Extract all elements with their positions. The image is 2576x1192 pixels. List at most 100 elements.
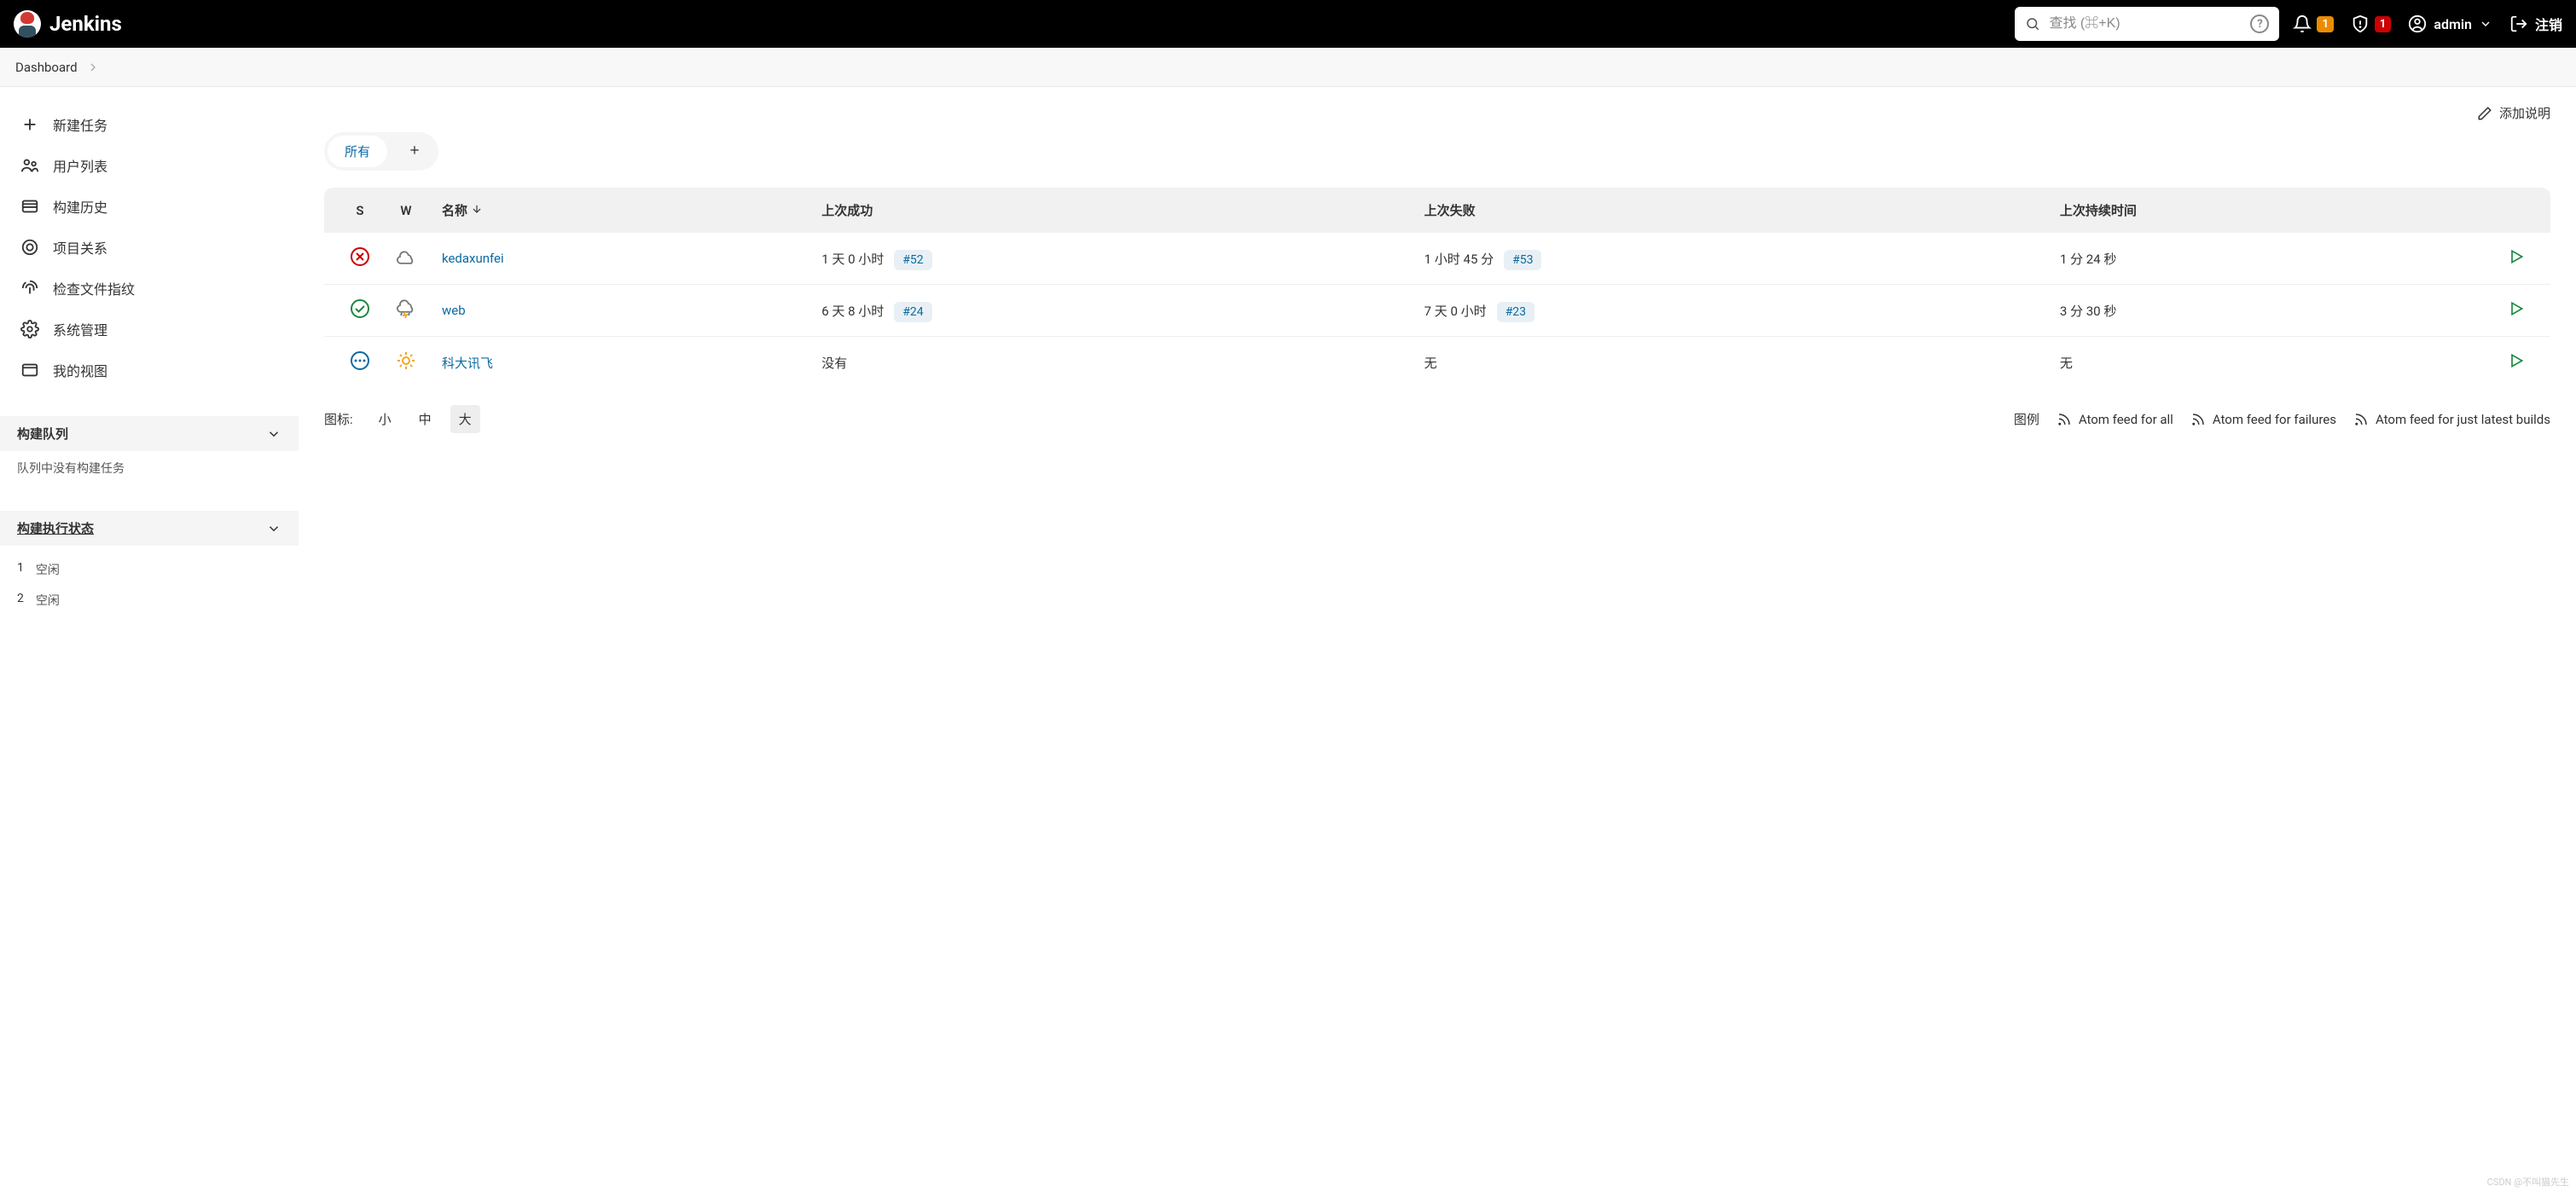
tab-add-button[interactable]	[394, 136, 435, 167]
duration-value: 无	[2050, 337, 2498, 388]
legend-link[interactable]: 图例	[2014, 410, 2039, 428]
window-icon	[20, 361, 39, 379]
size-large[interactable]: 大	[450, 405, 480, 433]
last-failure-value: 1 小时 45 分	[1424, 252, 1494, 267]
sidebar-item-relations[interactable]: 项目关系	[0, 227, 299, 268]
build-badge[interactable]: #23	[1497, 302, 1535, 322]
sidebar-item-label: 检查文件指纹	[53, 278, 135, 298]
executor-status: 空闲	[36, 561, 60, 578]
executor-row: 1空闲	[17, 554, 281, 585]
watermark: CSDN @不叫猫先生	[2487, 1175, 2569, 1189]
logo[interactable]: Jenkins	[14, 10, 122, 38]
security-badge: 1	[2375, 16, 2391, 32]
search-input[interactable]	[2049, 16, 2242, 32]
status-success-icon	[350, 298, 370, 319]
bell-icon	[2293, 14, 2312, 33]
col-last-duration[interactable]: 上次持续时间	[2050, 188, 2498, 233]
tab-all[interactable]: 所有	[328, 136, 387, 167]
table-row: kedaxunfei 1 天 0 小时 #52 1 小时 45 分 #53 1 分 …	[324, 233, 2550, 285]
pencil-icon	[2477, 106, 2492, 121]
user-menu[interactable]: admin	[2408, 14, 2492, 33]
col-last-failure[interactable]: 上次失败	[1414, 188, 2050, 233]
sidebar-item-users[interactable]: 用户列表	[0, 145, 299, 186]
logout-icon	[2509, 14, 2528, 33]
rss-icon	[2057, 412, 2072, 427]
job-link[interactable]: web	[442, 303, 466, 318]
notifications-button[interactable]: 1	[2293, 14, 2333, 33]
sidebar-item-history[interactable]: 构建历史	[0, 186, 299, 227]
search-icon	[2025, 16, 2040, 32]
icon-size-label: 图标:	[324, 410, 353, 428]
table-footer: 图标: 小 中 大 图例 Atom feed for all Atom feed…	[324, 388, 2550, 450]
jenkins-logo-icon	[14, 10, 41, 38]
executor-num: 2	[17, 592, 24, 609]
build-badge[interactable]: #52	[894, 250, 931, 270]
chevron-right-icon	[86, 61, 100, 74]
search-box[interactable]: ?	[2015, 7, 2279, 41]
security-button[interactable]: 1	[2351, 14, 2391, 33]
executors-panel: 构建执行状态 1空闲 2 空闲	[0, 511, 299, 624]
logout-button[interactable]: 注销	[2509, 14, 2562, 34]
breadcrumb-dashboard[interactable]: Dashboard	[15, 60, 78, 75]
user-icon	[2408, 14, 2427, 33]
table-row: 科大讯飞 没有 无 无	[324, 337, 2550, 388]
arrow-down-icon	[471, 203, 483, 215]
history-icon	[20, 197, 39, 216]
last-success-value: 1 天 0 小时	[821, 252, 884, 267]
col-weather[interactable]: W	[380, 188, 432, 233]
relations-icon	[20, 238, 39, 257]
rss-icon	[2353, 412, 2369, 427]
help-icon[interactable]: ?	[2250, 14, 2269, 33]
notification-badge: 1	[2317, 16, 2333, 32]
sidebar-item-plus[interactable]: 新建任务	[0, 104, 299, 145]
sidebar-item-window[interactable]: 我的视图	[0, 350, 299, 391]
feed-latest-link[interactable]: Atom feed for just latest builds	[2353, 412, 2550, 427]
sidebar-item-label: 新建任务	[53, 114, 107, 135]
job-link[interactable]: kedaxunfei	[442, 251, 504, 266]
table-row: web 6 天 8 小时 #24 7 天 0 小时 #23 3 分 30 秒	[324, 285, 2550, 337]
rss-icon	[2190, 412, 2206, 427]
username: admin	[2434, 16, 2472, 32]
shield-icon	[2351, 14, 2370, 33]
play-icon[interactable]	[2508, 300, 2525, 317]
duration-value: 1 分 24 秒	[2050, 233, 2498, 285]
add-description-button[interactable]: 添加说明	[2477, 104, 2550, 122]
build-badge[interactable]: #53	[1504, 250, 1541, 270]
jobs-table: S W 名称 上次成功 上次失败 上次持续时间 kedaxunfei 1 天 0…	[324, 188, 2550, 388]
executors-title[interactable]: 构建执行状态	[17, 519, 94, 537]
sidebar-item-label: 我的视图	[53, 360, 107, 380]
executor-status: 空闲	[36, 592, 60, 609]
feed-all-link[interactable]: Atom feed for all	[2057, 412, 2173, 427]
sidebar-item-label: 项目关系	[53, 237, 107, 257]
gear-icon	[20, 320, 39, 339]
add-description-label: 添加说明	[2499, 104, 2550, 122]
col-status[interactable]: S	[324, 188, 380, 233]
job-link[interactable]: 科大讯飞	[442, 356, 493, 371]
last-failure-value: 7 天 0 小时	[1424, 304, 1487, 319]
sidebar-item-gear[interactable]: 系统管理	[0, 309, 299, 350]
weather-cloudy-icon	[396, 246, 416, 267]
col-name[interactable]: 名称	[432, 188, 811, 233]
size-small[interactable]: 小	[370, 405, 400, 433]
last-success-value: 6 天 8 小时	[821, 304, 884, 319]
sidebar-item-label: 系统管理	[53, 319, 107, 339]
size-medium[interactable]: 中	[410, 405, 440, 433]
last-failure-value: 无	[1424, 356, 1437, 371]
brand-text: Jenkins	[49, 12, 122, 36]
play-icon[interactable]	[2508, 352, 2525, 369]
chevron-down-icon[interactable]	[266, 426, 281, 442]
status-notbuilt-icon	[350, 350, 370, 371]
sidebar-item-fingerprint[interactable]: 检查文件指纹	[0, 268, 299, 309]
plus-icon	[20, 115, 39, 134]
header: Jenkins ? 1 1 admin 注销	[0, 0, 2576, 48]
build-queue-title: 构建队列	[17, 425, 68, 443]
sidebar: 新建任务用户列表构建历史项目关系检查文件指纹系统管理我的视图 构建队列 队列中没…	[0, 87, 299, 641]
play-icon[interactable]	[2508, 248, 2525, 265]
logout-label: 注销	[2535, 14, 2562, 34]
chevron-down-icon[interactable]	[266, 521, 281, 536]
build-badge[interactable]: #24	[894, 302, 931, 322]
feed-failures-link[interactable]: Atom feed for failures	[2190, 412, 2336, 427]
build-queue-panel: 构建队列 队列中没有构建任务	[0, 416, 299, 485]
duration-value: 3 分 30 秒	[2050, 285, 2498, 337]
col-last-success[interactable]: 上次成功	[811, 188, 1413, 233]
